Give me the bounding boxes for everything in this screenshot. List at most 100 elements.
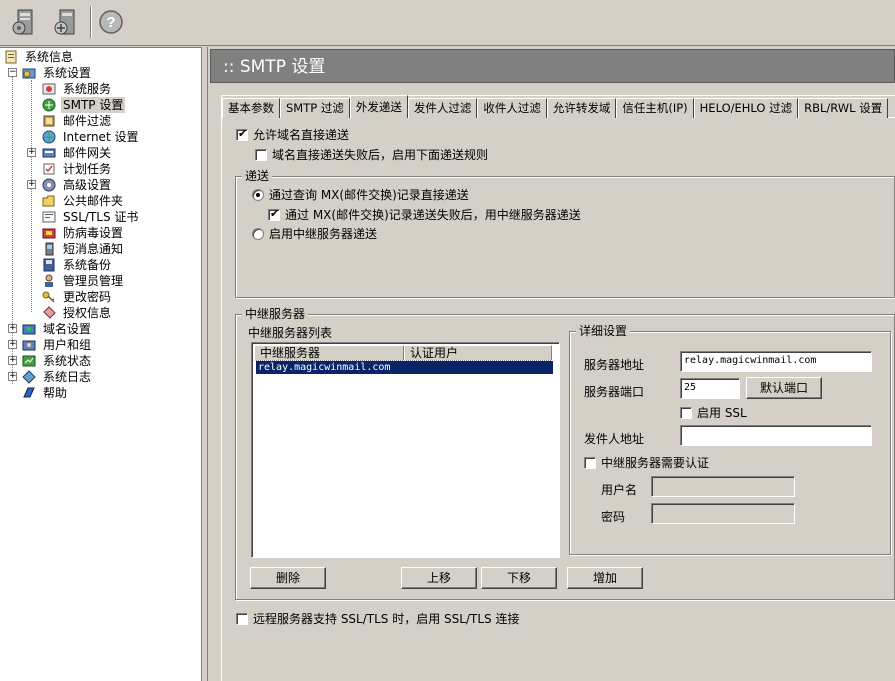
tree-item-sms-notify[interactable]: 短消息通知: [42, 241, 125, 257]
expand-toggle[interactable]: +: [27, 148, 36, 157]
phone-icon: [42, 242, 58, 256]
use-relay-option[interactable]: 启用中继服务器递送: [252, 225, 377, 242]
server-address-label: 服务器地址: [584, 358, 645, 372]
tab-bar: 基本参数 SMTP 过滤 外发递送 发件人过滤 收件人过滤 允许转发域 信任主机…: [222, 95, 895, 118]
tab-sender-filter[interactable]: 发件人过滤: [407, 98, 478, 118]
help-icon[interactable]: ?: [94, 5, 128, 39]
status-icon: [22, 354, 38, 368]
advanced-icon: [42, 178, 58, 192]
server-port-label: 服务器端口: [584, 385, 645, 399]
toolbar-separator: [90, 6, 92, 38]
folder-icon: [42, 194, 58, 208]
allow-direct-option[interactable]: 允许域名直接递送: [236, 126, 349, 143]
backup-icon: [42, 258, 58, 272]
tree-item-change-password[interactable]: 更改密码: [42, 289, 113, 305]
license-icon: [42, 306, 58, 320]
relay-list-label: 中继服务器列表: [248, 326, 333, 340]
tab-trusted-hosts[interactable]: 信任主机(IP): [616, 98, 694, 118]
tree-item-system-service[interactable]: 系统服务: [42, 81, 113, 97]
password-input: [651, 503, 795, 524]
mx-fallback-checkbox[interactable]: [268, 207, 280, 221]
mx-direct-option[interactable]: 通过查询 MX(邮件交换)记录直接递送: [252, 186, 469, 203]
list-item[interactable]: relay.magicwinmail.com: [255, 360, 554, 375]
tree-item-backup[interactable]: 系统备份: [42, 257, 113, 273]
tree-item-mail-filter[interactable]: 邮件过滤: [42, 113, 113, 129]
relay-auth-checkbox[interactable]: [584, 456, 596, 469]
expand-toggle[interactable]: +: [8, 372, 17, 381]
tree-item-help[interactable]: 帮助: [22, 385, 69, 401]
tab-content: 基本参数 SMTP 过滤 外发递送 发件人过滤 收件人过滤 允许转发域 信任主机…: [221, 95, 895, 681]
tasks-icon: [42, 162, 58, 176]
tree-item-users-groups[interactable]: 用户和组: [22, 337, 93, 353]
expand-toggle[interactable]: +: [27, 180, 36, 189]
remote-ssl-option[interactable]: 远程服务器支持 SSL/TLS 时，启用 SSL/TLS 连接: [236, 610, 519, 627]
default-port-button[interactable]: 默认端口: [746, 377, 822, 399]
column-auth-user[interactable]: 认证用户: [404, 345, 552, 361]
certificate-icon: [42, 210, 58, 224]
tree-item-scheduled-tasks[interactable]: 计划任务: [42, 161, 113, 177]
expand-toggle[interactable]: +: [8, 324, 17, 333]
expand-toggle[interactable]: +: [8, 340, 17, 349]
users-icon: [22, 338, 38, 352]
fallback-rules-checkbox[interactable]: [255, 148, 267, 161]
tab-basic[interactable]: 基本参数: [222, 98, 280, 118]
tree-item-system-log[interactable]: 系统日志: [22, 369, 93, 385]
remote-ssl-checkbox[interactable]: [236, 612, 248, 625]
tree-item-license-info[interactable]: 授权信息: [42, 305, 113, 321]
collapse-toggle[interactable]: −: [8, 68, 17, 77]
fallback-rules-option[interactable]: 域名直接递送失败后，启用下面递送规则: [255, 146, 488, 163]
sender-address-label: 发件人地址: [584, 432, 645, 446]
tree-item-system-info[interactable]: 系统信息: [4, 49, 75, 65]
book-icon: [22, 386, 38, 400]
detail-settings-group: 详细设置 服务器地址 relay.magicwinmail.com 服务器端口 …: [569, 324, 891, 555]
tab-rbl-settings[interactable]: RBL/RWL 设置: [798, 98, 889, 118]
relay-server-list[interactable]: 中继服务器 认证用户 relay.magicwinmail.com: [251, 342, 560, 558]
delete-button[interactable]: 删除: [250, 567, 326, 589]
main-panel: :: SMTP 设置 基本参数 SMTP 过滤 外发递送 发件人过滤 收件人过滤…: [208, 47, 895, 681]
gateway-icon: [42, 146, 58, 160]
mx-fallback-option[interactable]: 通过 MX(邮件交换)记录递送失败后，用中继服务器递送: [268, 206, 581, 223]
expand-toggle[interactable]: +: [8, 356, 17, 365]
sender-address-input[interactable]: [680, 425, 872, 446]
page-title: :: SMTP 设置: [210, 49, 895, 83]
server-port-input[interactable]: 25: [680, 378, 740, 399]
tab-helo-filter[interactable]: HELO/EHLO 过滤: [693, 98, 799, 118]
domain-icon: [22, 322, 38, 336]
tree-item-system-settings[interactable]: 系统设置: [22, 65, 93, 81]
move-up-button[interactable]: 上移: [401, 567, 477, 589]
tree-item-antivirus[interactable]: 防病毒设置: [42, 225, 125, 241]
tree-item-public-folders[interactable]: 公共邮件夹: [42, 193, 125, 209]
username-label: 用户名: [601, 483, 638, 497]
enable-ssl-option[interactable]: 启用 SSL: [680, 404, 747, 421]
tree-item-ssl-certificate[interactable]: SSL/TLS 证书: [42, 209, 140, 225]
tree-item-domain-settings[interactable]: 域名设置: [22, 321, 93, 337]
relay-auth-option[interactable]: 中继服务器需要认证: [584, 454, 709, 471]
tab-outbound[interactable]: 外发递送: [349, 95, 408, 118]
enable-ssl-checkbox[interactable]: [680, 406, 692, 419]
tab-recipient-filter[interactable]: 收件人过滤: [477, 98, 547, 118]
antivirus-icon: [42, 226, 58, 240]
info-icon: [4, 50, 20, 64]
column-relay-server[interactable]: 中继服务器: [254, 345, 404, 361]
mx-direct-radio[interactable]: [252, 188, 264, 201]
admin-icon: [42, 274, 58, 288]
use-relay-radio[interactable]: [252, 227, 264, 240]
tab-relay-domains[interactable]: 允许转发域: [546, 98, 617, 118]
relay-group: 中继服务器 中继服务器列表 中继服务器 认证用户 relay.magicwinm…: [235, 307, 895, 600]
tab-smtp-filter[interactable]: SMTP 过滤: [280, 98, 350, 118]
tree-item-advanced-settings[interactable]: 高级设置: [42, 177, 113, 193]
tree-item-system-status[interactable]: 系统状态: [22, 353, 93, 369]
allow-direct-checkbox[interactable]: [236, 127, 248, 141]
tree-item-smtp-settings[interactable]: SMTP 设置: [42, 97, 126, 113]
log-icon: [22, 370, 38, 384]
add-button[interactable]: 增加: [567, 567, 643, 589]
tree-item-internet-settings[interactable]: Internet 设置: [42, 129, 140, 145]
tree-item-mail-gateway[interactable]: 邮件网关: [42, 145, 113, 161]
tree-item-admin-management[interactable]: 管理员管理: [42, 273, 125, 289]
computer-gear-icon[interactable]: [8, 5, 42, 39]
username-input: [651, 476, 795, 497]
computer-settings-icon[interactable]: [50, 5, 84, 39]
server-address-input[interactable]: relay.magicwinmail.com: [680, 351, 872, 372]
move-down-button[interactable]: 下移: [481, 567, 557, 589]
navigation-tree: 系统信息 − 系统设置 系统服务 SMTP 设置 邮件过滤 Internet 设…: [0, 47, 202, 681]
